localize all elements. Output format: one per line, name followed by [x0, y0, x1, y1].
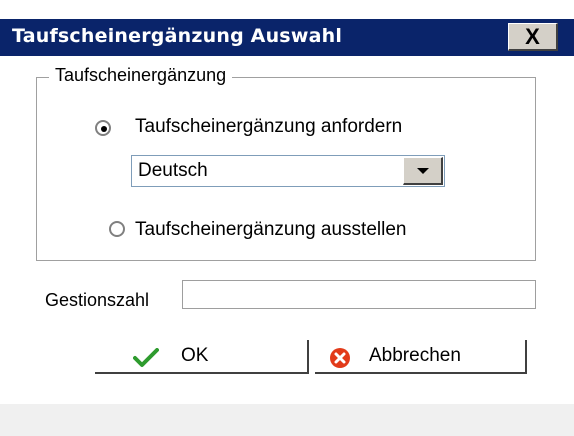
cancel-button-label: Abbrechen	[369, 345, 461, 366]
cancel-button[interactable]: Abbrechen	[315, 340, 527, 374]
close-icon: X	[525, 23, 540, 49]
dialog-footer	[0, 404, 574, 436]
radio-selected-dot	[101, 126, 107, 132]
close-button[interactable]: X	[508, 23, 558, 51]
radio-anfordern[interactable]	[95, 120, 111, 136]
window-title: Taufscheinergänzung Auswahl	[12, 25, 343, 47]
ok-button-label: OK	[181, 345, 209, 366]
gestionszahl-input[interactable]	[182, 280, 536, 309]
group-legend: Taufscheinergänzung	[49, 65, 233, 86]
gestionszahl-label: Gestionszahl	[45, 290, 150, 310]
language-select[interactable]: Deutsch	[131, 155, 445, 187]
checkmark-icon	[133, 348, 159, 367]
radio-ausstellen-label[interactable]: Taufscheinergänzung ausstellen	[135, 219, 406, 241]
title-bar: Taufscheinergänzung Auswahl X	[0, 19, 574, 56]
ok-button[interactable]: OK	[95, 340, 309, 374]
language-select-dropdown-button[interactable]	[403, 157, 443, 185]
language-select-value: Deutsch	[138, 160, 208, 181]
radio-anfordern-label[interactable]: Taufscheinergänzung anfordern	[135, 116, 402, 138]
chevron-down-icon	[417, 168, 429, 174]
dialog-body: Taufscheinergänzung Taufscheinergänzung …	[0, 56, 574, 436]
cancel-x-icon	[330, 348, 350, 368]
top-edge	[0, 0, 574, 6]
radio-ausstellen[interactable]	[109, 221, 125, 237]
